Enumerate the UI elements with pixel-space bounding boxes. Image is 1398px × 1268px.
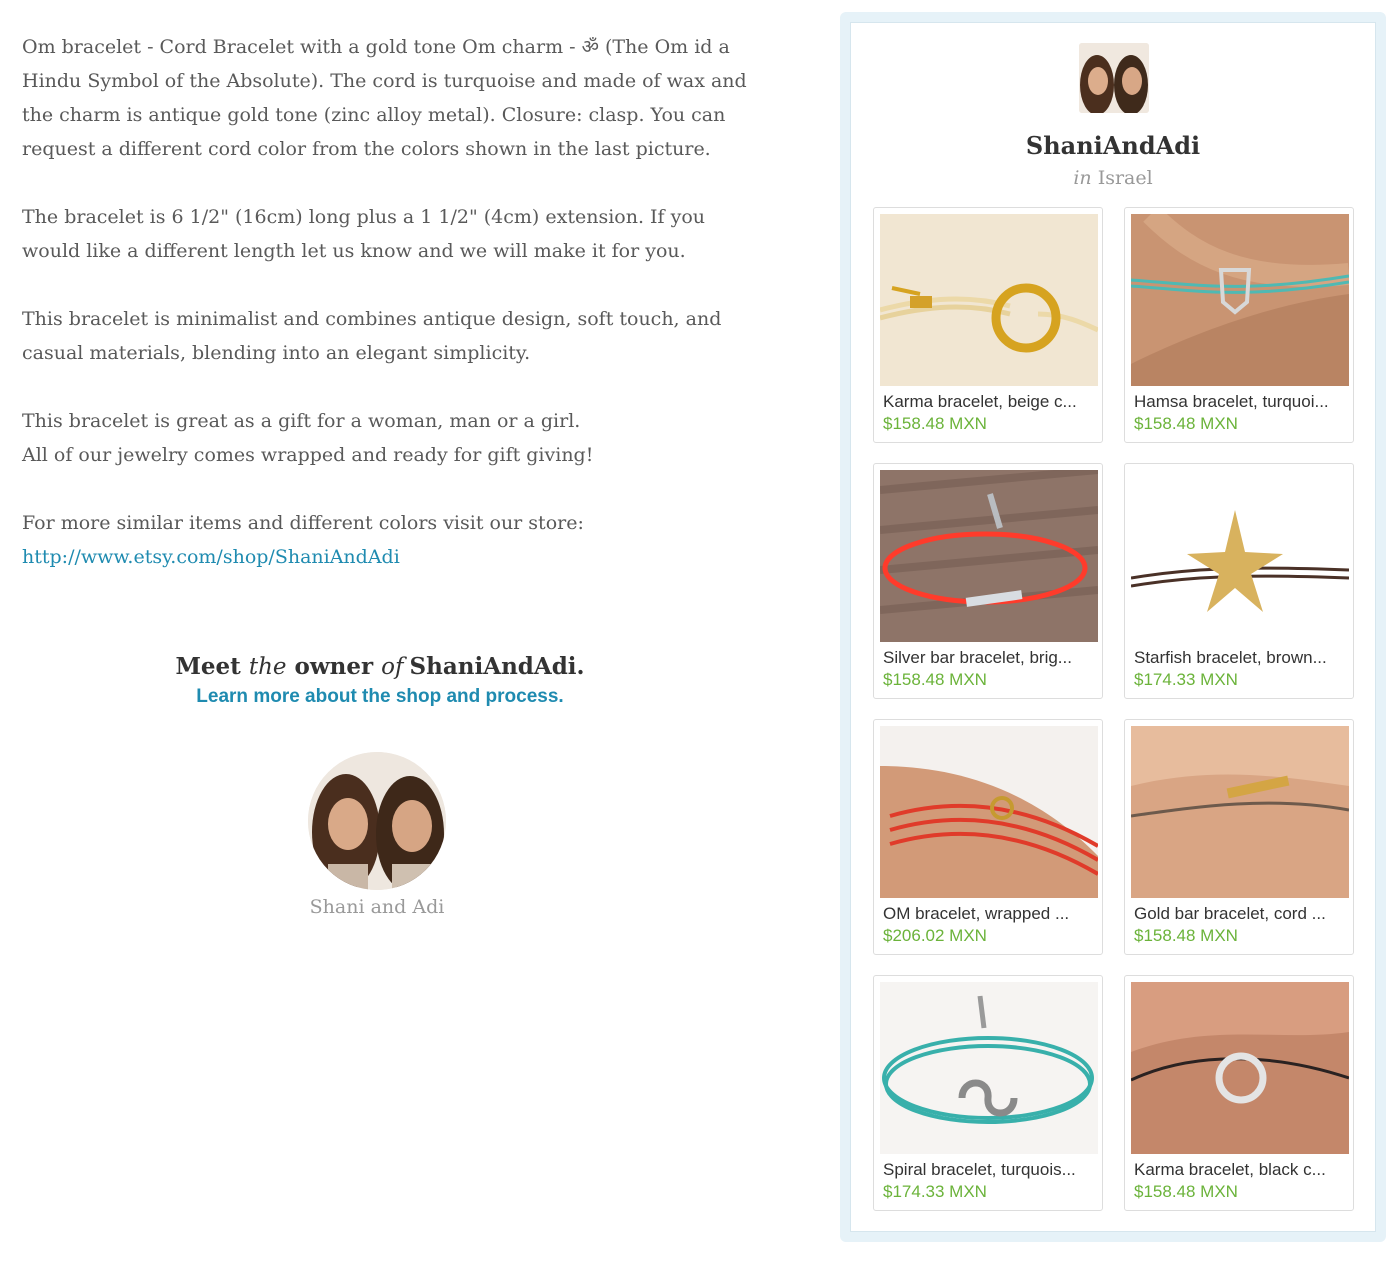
shop-item-card[interactable]: Silver bar bracelet, brig... $158.48 MXN — [873, 463, 1103, 699]
item-thumbnail — [1131, 726, 1349, 898]
shop-panel: ShaniAndAdi in Israel Karma bracelet, be… — [840, 12, 1386, 1242]
item-title: Karma bracelet, beige c... — [883, 392, 1077, 411]
description-paragraph-5: For more similar items and different col… — [22, 506, 782, 574]
meet-owner-section: Meet the owner of ShaniAndAdi. Learn more… — [120, 650, 640, 710]
item-thumbnail — [1131, 214, 1349, 386]
item-title: Spiral bracelet, turquois... — [883, 1160, 1076, 1179]
description-paragraph-1: Om bracelet - Cord Bracelet with a gold … — [22, 36, 747, 160]
item-price: $206.02 MXN — [883, 926, 987, 945]
shop-item-card[interactable]: Spiral bracelet, turquois... $174.33 MXN — [873, 975, 1103, 1211]
shop-item-card[interactable]: Starfish bracelet, brown... $174.33 MXN — [1124, 463, 1354, 699]
item-description: Om bracelet - Cord Bracelet with a gold … — [22, 30, 782, 608]
owner-avatar-image — [308, 752, 446, 890]
item-thumbnail — [1131, 470, 1349, 642]
item-title: Starfish bracelet, brown... — [1134, 648, 1327, 667]
shop-avatar[interactable] — [1079, 43, 1149, 113]
owner-name: Shani and Adi — [309, 896, 445, 918]
shop-item-card[interactable]: OM bracelet, wrapped ... $206.02 MXN — [873, 719, 1103, 955]
store-link[interactable]: http://www.etsy.com/shop/ShaniAndAdi — [22, 540, 782, 574]
item-price: $174.33 MXN — [883, 1182, 987, 1201]
item-title: Hamsa bracelet, turquoi... — [1134, 392, 1329, 411]
shop-panel-inner: ShaniAndAdi in Israel Karma bracelet, be… — [850, 22, 1376, 1232]
owner-avatar[interactable] — [308, 752, 446, 890]
shop-avatar-image — [1079, 43, 1149, 113]
shop-item-card[interactable]: Hamsa bracelet, turquoi... $158.48 MXN — [1124, 207, 1354, 443]
description-paragraph-4: This bracelet is great as a gift for a w… — [22, 410, 594, 466]
item-thumbnail — [880, 982, 1098, 1154]
item-price: $158.48 MXN — [1134, 1182, 1238, 1201]
meet-owner-title: Meet the owner of ShaniAndAdi. — [175, 653, 585, 680]
shop-item-card[interactable]: Karma bracelet, beige c... $158.48 MXN — [873, 207, 1103, 443]
item-thumbnail — [880, 726, 1098, 898]
item-price: $158.48 MXN — [1134, 926, 1238, 945]
item-title: Gold bar bracelet, cord ... — [1134, 904, 1326, 923]
item-title: Karma bracelet, black c... — [1134, 1160, 1326, 1179]
item-thumbnail — [880, 470, 1098, 642]
shop-location: in Israel — [1073, 167, 1153, 189]
item-title: OM bracelet, wrapped ... — [883, 904, 1070, 923]
item-thumbnail — [880, 214, 1098, 386]
item-price: $174.33 MXN — [1134, 670, 1238, 689]
description-paragraph-2: The bracelet is 6 1/2" (16cm) long plus … — [22, 206, 706, 262]
item-price: $158.48 MXN — [1134, 414, 1238, 433]
shop-item-card[interactable]: Gold bar bracelet, cord ... $158.48 MXN — [1124, 719, 1354, 955]
shop-name[interactable]: ShaniAndAdi — [851, 131, 1375, 160]
learn-more-link[interactable]: Learn more about the shop and process. — [120, 684, 640, 710]
item-price: $158.48 MXN — [883, 670, 987, 689]
item-title: Silver bar bracelet, brig... — [883, 648, 1072, 667]
item-thumbnail — [1131, 982, 1349, 1154]
description-paragraph-3: This bracelet is minimalist and combines… — [22, 308, 722, 364]
shop-item-card[interactable]: Karma bracelet, black c... $158.48 MXN — [1124, 975, 1354, 1211]
item-price: $158.48 MXN — [883, 414, 987, 433]
